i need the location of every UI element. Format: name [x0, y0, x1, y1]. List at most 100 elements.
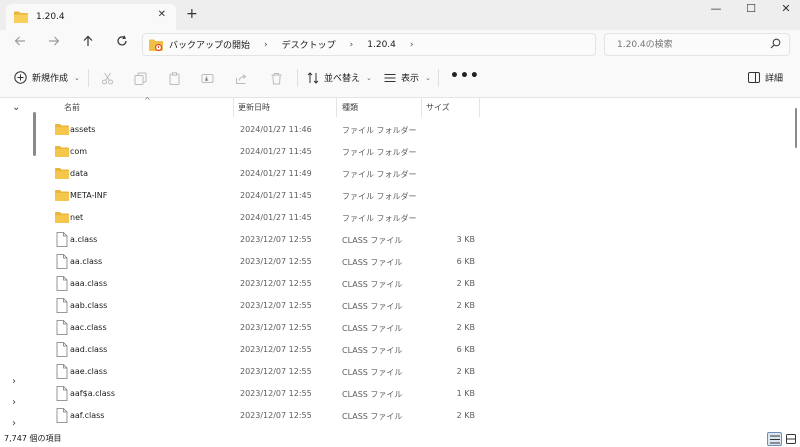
chevron-right-icon[interactable]: › — [12, 397, 16, 408]
folder-row[interactable]: net 2024/01/27 11:45 ファイル フォルダー — [37, 207, 792, 229]
sort-button[interactable]: 並べ替え ⌄ — [307, 71, 372, 84]
file-date: 2023/12/07 12:55 — [240, 389, 312, 398]
file-name: a.class — [70, 235, 98, 244]
file-row[interactable]: aad.class 2023/12/07 12:55 CLASS ファイル 6 KB — [37, 339, 792, 361]
file-size: 2 KB — [456, 367, 475, 376]
folder-icon — [55, 210, 69, 225]
column-divider[interactable] — [479, 98, 480, 117]
share-icon[interactable] — [233, 70, 249, 86]
file-icon — [55, 320, 69, 335]
maximize-button[interactable]: ☐ — [741, 2, 761, 15]
file-name: aab.class — [70, 301, 108, 310]
file-row[interactable]: aab.class 2023/12/07 12:55 CLASS ファイル 2 KB — [37, 295, 792, 317]
breadcrumb-backup[interactable]: バックアップの開始 — [169, 38, 250, 51]
column-divider[interactable] — [421, 98, 422, 117]
file-row[interactable]: a.class 2023/12/07 12:55 CLASS ファイル 3 KB — [37, 229, 792, 251]
refresh-icon[interactable] — [112, 35, 132, 50]
file-name: aa.class — [70, 257, 103, 266]
arrow-left-icon[interactable] — [10, 35, 30, 50]
title-bar: 1.20.4 ✕ + — ☐ ✕ — [0, 0, 800, 30]
file-row[interactable]: aae.class 2023/12/07 12:55 CLASS ファイル 2 KB — [37, 361, 792, 383]
cut-icon[interactable] — [99, 70, 115, 86]
details-pane-button[interactable]: 詳細 — [748, 71, 783, 84]
new-tab-button[interactable]: + — [186, 6, 198, 22]
file-type: ファイル フォルダー — [342, 148, 417, 157]
large-icons-view-icon[interactable] — [783, 432, 798, 446]
address-bar[interactable]: バックアップの開始 › デスクトップ › 1.20.4 › — [142, 33, 596, 56]
column-divider[interactable] — [233, 98, 234, 117]
file-row[interactable]: aa.class 2023/12/07 12:55 CLASS ファイル 6 KB — [37, 251, 792, 273]
chevron-right-icon[interactable]: › — [264, 40, 268, 50]
command-bar: 新規作成 ⌄ 並べ替え ⌄ 表示 ⌄ ••• 詳細 — [0, 59, 800, 98]
more-options-button[interactable]: ••• — [450, 68, 480, 84]
new-button[interactable]: 新規作成 ⌄ — [14, 71, 80, 84]
folder-row[interactable]: com 2024/01/27 11:45 ファイル フォルダー — [37, 141, 792, 163]
file-date: 2023/12/07 12:55 — [240, 345, 312, 354]
copy-icon[interactable] — [132, 70, 148, 86]
file-row[interactable]: aac.class 2023/12/07 12:55 CLASS ファイル 2 KB — [37, 317, 792, 339]
file-type: CLASS ファイル — [342, 302, 403, 311]
file-date: 2023/12/07 12:55 — [240, 323, 312, 332]
file-type: ファイル フォルダー — [342, 214, 417, 223]
file-list-scroll-thumb[interactable] — [795, 108, 797, 148]
close-window-button[interactable]: ✕ — [776, 2, 796, 15]
column-type[interactable]: 種類 — [342, 102, 358, 113]
navigation-bar: バックアップの開始 › デスクトップ › 1.20.4 › — [0, 30, 800, 59]
status-bar: 7,747 個の項目 — [0, 431, 800, 447]
folder-row[interactable]: assets 2024/01/27 11:46 ファイル フォルダー — [37, 119, 792, 141]
file-icon — [55, 276, 69, 291]
paste-icon[interactable] — [166, 70, 182, 86]
file-type: CLASS ファイル — [342, 412, 403, 421]
file-date: 2023/12/07 12:55 — [240, 257, 312, 266]
arrow-up-icon[interactable] — [78, 35, 98, 50]
column-date[interactable]: 更新日時 — [238, 102, 270, 113]
divider — [88, 69, 89, 87]
file-date: 2023/12/07 12:55 — [240, 411, 312, 420]
chevron-right-icon[interactable]: › — [350, 40, 354, 50]
file-icon — [55, 364, 69, 379]
search-icon — [770, 38, 781, 52]
chevron-down-icon[interactable]: ⌄ — [12, 102, 20, 113]
file-type: CLASS ファイル — [342, 368, 403, 377]
file-size: 2 KB — [456, 279, 475, 288]
file-date: 2024/01/27 11:46 — [240, 125, 312, 134]
rename-icon[interactable] — [199, 70, 215, 86]
sidebar-scroll-thumb[interactable] — [33, 112, 36, 156]
folder-icon — [55, 188, 69, 203]
file-icon — [55, 254, 69, 269]
chevron-right-icon[interactable]: › — [12, 376, 16, 387]
breadcrumb-current[interactable]: 1.20.4 — [367, 40, 396, 50]
file-size: 2 KB — [456, 411, 475, 420]
arrow-right-icon[interactable] — [44, 35, 64, 50]
file-row[interactable]: aaa.class 2023/12/07 12:55 CLASS ファイル 2 KB — [37, 273, 792, 295]
chevron-down-icon: ⌄ — [425, 73, 431, 82]
file-row[interactable]: aaf$a.class 2023/12/07 12:55 CLASS ファイル 1 K… — [37, 383, 792, 405]
file-type: CLASS ファイル — [342, 390, 403, 399]
file-type: CLASS ファイル — [342, 324, 403, 333]
file-list-scrollbar[interactable] — [792, 98, 800, 431]
chevron-right-icon[interactable]: › — [410, 40, 414, 50]
file-list: ^ 名前 更新日時 種類 サイズ assets 2024/01/27 11:46 フ… — [37, 96, 792, 431]
details-pane-label: 詳細 — [765, 74, 784, 84]
close-tab-icon[interactable]: ✕ — [158, 9, 166, 20]
view-button[interactable]: 表示 ⌄ — [384, 71, 431, 84]
file-date: 2024/01/27 11:45 — [240, 191, 312, 200]
column-name[interactable]: 名前 — [64, 102, 80, 113]
search-input[interactable] — [605, 34, 755, 55]
file-row[interactable]: aaf.class 2023/12/07 12:55 CLASS ファイル 2 KB — [37, 405, 792, 427]
details-view-icon[interactable] — [767, 432, 782, 446]
column-size[interactable]: サイズ — [426, 102, 450, 113]
folder-row[interactable]: data 2024/01/27 11:49 ファイル フォルダー — [37, 163, 792, 185]
delete-icon[interactable] — [268, 70, 284, 86]
minimize-button[interactable]: — — [706, 2, 726, 15]
tab-title: 1.20.4 — [36, 12, 65, 22]
view-button-label: 表示 — [401, 74, 420, 84]
folder-icon — [55, 122, 69, 137]
folder-row[interactable]: META-INF 2024/01/27 11:45 ファイル フォルダー — [37, 185, 792, 207]
chevron-right-icon[interactable]: › — [12, 418, 16, 429]
tab-current[interactable]: 1.20.4 ✕ — [6, 4, 176, 30]
column-divider[interactable] — [336, 98, 337, 117]
breadcrumb-desktop[interactable]: デスクトップ — [282, 38, 336, 51]
search-box[interactable] — [604, 33, 790, 56]
folder-icon — [55, 144, 69, 159]
